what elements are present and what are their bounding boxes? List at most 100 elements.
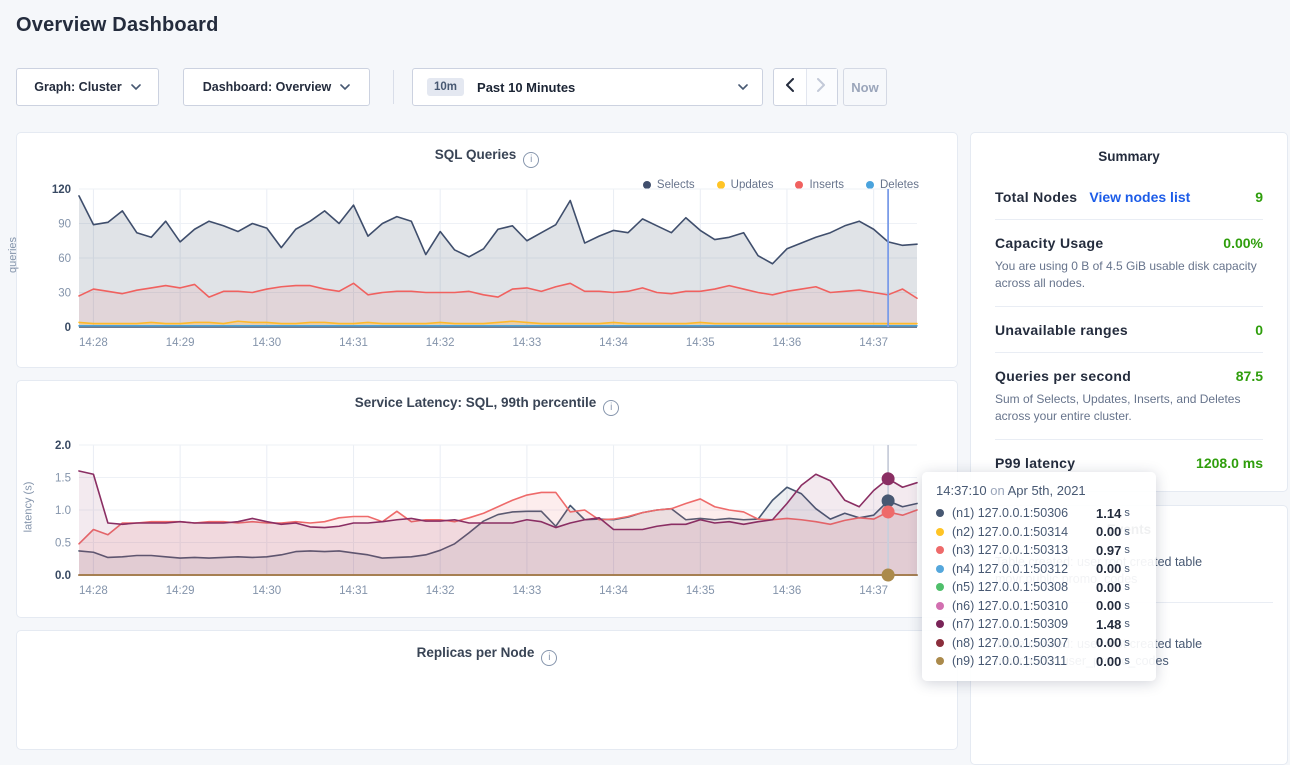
series-dot-icon xyxy=(936,583,944,591)
tooltip-node-label: (n3) 127.0.0.1:50313 xyxy=(952,543,1096,557)
time-window-label: Past 10 Minutes xyxy=(477,80,575,95)
tooltip-node-unit: s xyxy=(1124,600,1130,612)
controls-divider xyxy=(393,70,394,104)
tooltip-node-value: 0.00 xyxy=(1096,598,1121,613)
summary-row-label: Queries per second xyxy=(995,368,1131,384)
tooltip-node-label: (n7) 127.0.0.1:50309 xyxy=(952,617,1096,631)
chevron-left-icon xyxy=(785,78,794,97)
sql-queries-panel: SQL Queriesi SelectsUpdatesInsertsDelete… xyxy=(16,132,958,368)
tooltip-row: (n1) 127.0.0.1:503061.14s xyxy=(936,504,1142,523)
replicas-title-row: Replicas per Node i xyxy=(17,645,957,666)
tooltip-node-value: 0.00 xyxy=(1096,524,1121,539)
tooltip-node-unit: s xyxy=(1124,526,1130,538)
svg-text:120: 120 xyxy=(52,184,71,196)
tooltip-node-unit: s xyxy=(1124,507,1130,519)
tooltip-node-label: (n9) 127.0.0.1:50311 xyxy=(952,654,1096,668)
tooltip-node-value: 1.14 xyxy=(1096,506,1121,521)
time-range-selector[interactable]: 10m Past 10 Minutes xyxy=(412,68,763,106)
svg-text:14:34: 14:34 xyxy=(599,337,628,349)
svg-text:14:37: 14:37 xyxy=(859,585,888,597)
info-icon[interactable]: i xyxy=(603,400,619,416)
svg-text:2.0: 2.0 xyxy=(55,440,71,452)
service-latency-panel: Service Latency: SQL, 99th percentilei l… xyxy=(16,380,958,618)
summary-row-description: Sum of Selects, Updates, Inserts, and De… xyxy=(995,391,1263,425)
series-dot-icon xyxy=(936,565,944,573)
summary-row: Capacity Usage0.00%You are using 0 B of … xyxy=(995,219,1263,306)
chevron-right-icon xyxy=(817,78,826,97)
chart-hover-tooltip: 14:37:10 on Apr 5th, 2021 (n1) 127.0.0.1… xyxy=(922,472,1156,681)
summary-row-value: 9 xyxy=(1255,189,1263,205)
series-dot-icon xyxy=(936,639,944,647)
tooltip-node-unit: s xyxy=(1124,563,1130,575)
svg-text:14:31: 14:31 xyxy=(339,337,368,349)
service-latency-title: Service Latency: SQL, 99th percentile xyxy=(355,395,597,410)
tooltip-node-label: (n1) 127.0.0.1:50306 xyxy=(952,506,1096,520)
tooltip-node-value: 0.00 xyxy=(1096,580,1121,595)
next-interval-button[interactable] xyxy=(806,69,838,105)
time-step-buttons xyxy=(773,68,838,106)
info-icon[interactable]: i xyxy=(541,650,557,666)
time-window-badge: 10m xyxy=(427,78,464,96)
summary-row: Total Nodes View nodes list 9 xyxy=(995,174,1263,219)
page-title: Overview Dashboard xyxy=(16,14,219,37)
summary-panel: Summary Total Nodes View nodes list 9 Capac… xyxy=(970,132,1288,492)
tooltip-timestamp: 14:37:10 on Apr 5th, 2021 xyxy=(936,483,1142,498)
replicas-title: Replicas per Node xyxy=(417,645,535,660)
summary-row-label: Total Nodes xyxy=(995,189,1077,205)
svg-text:14:33: 14:33 xyxy=(513,585,542,597)
tooltip-node-label: (n4) 127.0.0.1:50312 xyxy=(952,562,1096,576)
svg-text:0.5: 0.5 xyxy=(55,538,71,550)
series-dot-icon xyxy=(936,602,944,610)
tooltip-node-unit: s xyxy=(1124,637,1130,649)
dashboard-dropdown[interactable]: Dashboard: Overview xyxy=(183,68,370,106)
summary-row: Unavailable ranges 0 xyxy=(995,306,1263,352)
summary-title: Summary xyxy=(971,133,1287,174)
sql-queries-chart[interactable]: 14:2814:2914:3014:3114:3214:3314:3414:35… xyxy=(31,177,943,353)
tooltip-node-value: 1.48 xyxy=(1096,617,1121,632)
service-latency-title-row: Service Latency: SQL, 99th percentile i xyxy=(17,395,957,416)
graph-dropdown[interactable]: Graph: Cluster xyxy=(16,68,159,106)
tooltip-node-value: 0.00 xyxy=(1096,654,1121,669)
view-nodes-list-link[interactable]: View nodes list xyxy=(1089,189,1190,205)
svg-text:14:32: 14:32 xyxy=(426,585,455,597)
tooltip-node-value: 0.00 xyxy=(1096,635,1121,650)
summary-row-label: Unavailable ranges xyxy=(995,322,1128,338)
tooltip-row: (n7) 127.0.0.1:503091.48s xyxy=(936,615,1142,634)
svg-text:14:30: 14:30 xyxy=(252,585,281,597)
svg-text:14:29: 14:29 xyxy=(166,585,195,597)
tooltip-node-unit: s xyxy=(1124,618,1130,630)
chevron-down-icon xyxy=(131,78,141,96)
series-dot-icon xyxy=(936,528,944,536)
svg-text:0.0: 0.0 xyxy=(55,570,71,582)
summary-row-value: 0.00% xyxy=(1223,235,1263,251)
tooltip-row: (n3) 127.0.0.1:503130.97s xyxy=(936,541,1142,560)
prev-interval-button[interactable] xyxy=(774,69,806,105)
now-button[interactable]: Now xyxy=(843,68,887,106)
svg-text:14:30: 14:30 xyxy=(252,337,281,349)
tooltip-node-label: (n2) 127.0.0.1:50314 xyxy=(952,525,1096,539)
series-dot-icon xyxy=(936,620,944,628)
tooltip-node-label: (n8) 127.0.0.1:50307 xyxy=(952,636,1096,650)
summary-row-label: P99 latency xyxy=(995,455,1075,471)
tooltip-row: (n2) 127.0.0.1:503140.00s xyxy=(936,523,1142,542)
tooltip-node-unit: s xyxy=(1124,544,1130,556)
tooltip-node-label: (n6) 127.0.0.1:50310 xyxy=(952,599,1096,613)
sql-y-axis-label: queries xyxy=(7,237,19,273)
summary-row-value: 0 xyxy=(1255,322,1263,338)
tooltip-node-label: (n5) 127.0.0.1:50308 xyxy=(952,580,1096,594)
series-dot-icon xyxy=(936,509,944,517)
svg-text:14:28: 14:28 xyxy=(79,585,108,597)
svg-text:0: 0 xyxy=(65,322,71,334)
svg-text:14:36: 14:36 xyxy=(773,585,802,597)
summary-row-label: Capacity Usage xyxy=(995,235,1103,251)
svg-text:14:29: 14:29 xyxy=(166,337,195,349)
summary-row: Queries per second87.5Sum of Selects, Up… xyxy=(995,352,1263,439)
info-icon[interactable]: i xyxy=(523,152,539,168)
tooltip-row: (n9) 127.0.0.1:503110.00s xyxy=(936,652,1142,671)
tooltip-node-value: 0.97 xyxy=(1096,543,1121,558)
svg-text:14:35: 14:35 xyxy=(686,585,715,597)
series-dot-icon xyxy=(936,546,944,554)
sql-queries-title-row: SQL Queriesi xyxy=(17,147,957,168)
chevron-down-icon xyxy=(738,78,748,96)
service-latency-chart[interactable]: 14:2814:2914:3014:3114:3214:3314:3414:35… xyxy=(31,433,943,601)
